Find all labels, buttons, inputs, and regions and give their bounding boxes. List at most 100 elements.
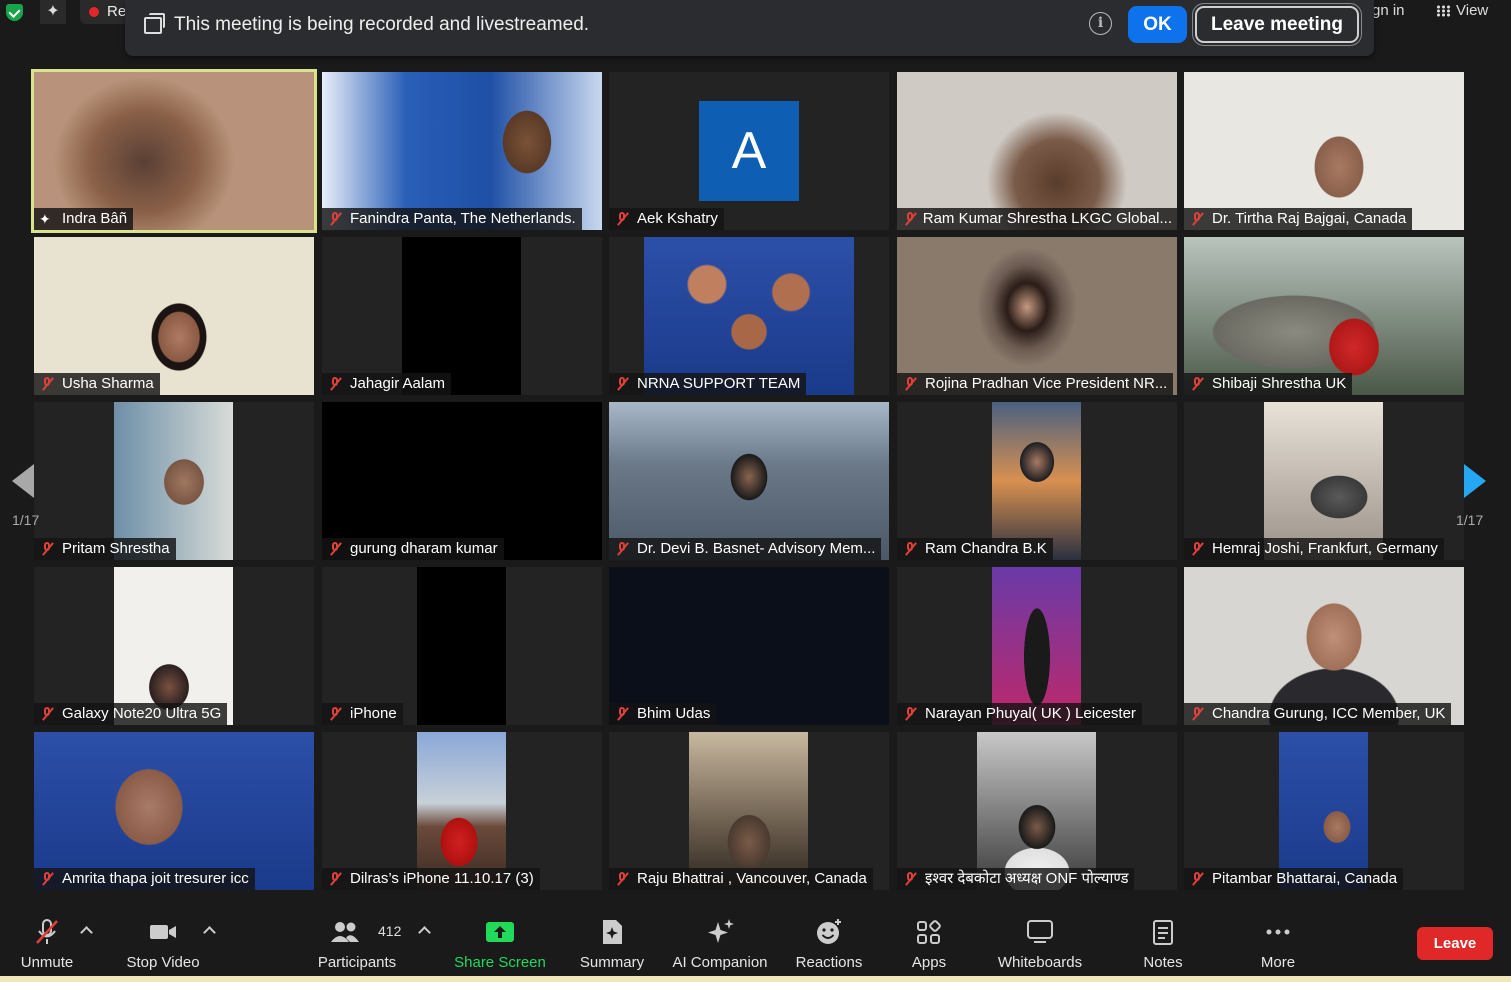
video-tile[interactable]: इश्वर देबकोटा अध्यक्ष ONF पोल्याण्ड <box>897 732 1177 890</box>
more-button[interactable]: More <box>1246 906 1310 982</box>
grid-view-icon[interactable] <box>1436 5 1450 17</box>
whiteboards-label: Whiteboards <box>997 954 1083 971</box>
page-indicator-right: 1/17 <box>1456 512 1484 528</box>
shield-icon[interactable] <box>6 4 23 21</box>
participant-label: ✦ Indra Bâñ <box>34 208 134 230</box>
participant-name: इश्वर देबकोटा अध्यक्ष ONF पोल्याण्ड <box>925 870 1129 887</box>
participant-name: Usha Sharma <box>62 375 154 392</box>
video-tile[interactable]: Ram Chandra B.K <box>897 402 1177 560</box>
video-feed-overlay <box>487 72 567 230</box>
previous-page-arrow-icon[interactable] <box>12 464 34 498</box>
video-tile[interactable]: Bhim Udas <box>609 567 889 725</box>
participant-label: Hemraj Joshi, Frankfurt, Germany <box>1184 538 1444 560</box>
video-tile[interactable]: Fanindra Panta, The Netherlands. <box>322 72 602 230</box>
participants-icon <box>331 922 359 942</box>
video-tile[interactable]: Ram Kumar Shrestha LKGC Global... <box>897 72 1177 230</box>
participant-label: इश्वर देबकोटा अध्यक्ष ONF पोल्याण्ड <box>897 868 1135 890</box>
video-tile[interactable]: A Aek Kshatry <box>609 72 889 230</box>
participant-label: Narayan Phuyal( UK ) Leicester <box>897 703 1142 725</box>
participant-name: Shibaji Shrestha UK <box>1212 375 1347 392</box>
muted-mic-icon <box>902 871 918 887</box>
video-tile[interactable]: Hemraj Joshi, Frankfurt, Germany <box>1184 402 1464 560</box>
notes-button[interactable]: Notes <box>1130 906 1196 982</box>
video-feed <box>114 402 233 560</box>
recording-indicator[interactable]: Re <box>80 0 130 24</box>
video-tile[interactable]: Dr. Tirtha Raj Bajgai, Canada <box>1184 72 1464 230</box>
video-tile[interactable]: NRNA SUPPORT TEAM <box>609 237 889 395</box>
video-tile[interactable]: Pritam Shrestha <box>34 402 314 560</box>
window-bottom-edge <box>0 976 1511 982</box>
next-page-arrow-icon[interactable] <box>1464 464 1486 498</box>
muted-microphone-icon <box>36 919 58 944</box>
video-tile[interactable]: Dilras’s iPhone 11.10.17 (3) <box>322 732 602 890</box>
participant-label: Aek Kshatry <box>609 208 724 230</box>
participant-name: Rojina Pradhan Vice President NR... <box>925 375 1168 392</box>
participant-name: Amrita thapa joit tresurer icc <box>62 870 249 887</box>
participant-name: NRNA SUPPORT TEAM <box>637 375 801 392</box>
video-tile[interactable]: Rojina Pradhan Vice President NR... <box>897 237 1177 395</box>
muted-mic-icon <box>614 871 630 887</box>
chevron-up-icon[interactable] <box>418 926 431 939</box>
video-tile[interactable]: Chandra Gurung, ICC Member, UK <box>1184 567 1464 725</box>
video-tile[interactable]: Shibaji Shrestha UK <box>1184 237 1464 395</box>
ai-companion-label: AI Companion <box>672 954 768 971</box>
muted-mic-icon <box>327 211 343 227</box>
muted-mic-icon <box>1189 541 1205 557</box>
share-screen-button[interactable]: Share Screen <box>452 906 548 982</box>
ai-sparkle-icon[interactable]: ✦ <box>40 0 66 24</box>
view-button[interactable]: View <box>1456 2 1488 19</box>
muted-mic-icon <box>1189 376 1205 392</box>
participants-button[interactable]: 412 Participants <box>310 906 404 982</box>
muted-mic-icon <box>39 376 55 392</box>
participant-label: Raju Bhattrai , Vancouver, Canada <box>609 868 873 890</box>
stop-video-button[interactable]: Stop Video <box>120 906 206 982</box>
reactions-button[interactable]: Reactions <box>788 906 870 982</box>
sign-in-link[interactable]: gn in <box>1372 2 1405 19</box>
ok-button[interactable]: OK <box>1128 6 1187 43</box>
leave-button[interactable]: Leave <box>1417 927 1493 960</box>
video-tile[interactable]: Jahagir Aalam <box>322 237 602 395</box>
participant-name: gurung dharam kumar <box>350 540 498 557</box>
ai-companion-button[interactable]: AI Companion <box>668 906 772 982</box>
video-tile[interactable]: ✦ Indra Bâñ <box>31 69 317 233</box>
participant-label: NRNA SUPPORT TEAM <box>609 373 807 395</box>
unmute-button[interactable]: Unmute <box>8 906 86 982</box>
participant-label: Amrita thapa joit tresurer icc <box>34 868 255 890</box>
meeting-toolbar: Unmute Stop Video 412 Participants Share… <box>0 906 1511 982</box>
leave-meeting-button[interactable]: Leave meeting <box>1195 6 1359 43</box>
recording-notice-icon <box>144 13 165 34</box>
participant-name: Narayan Phuyal( UK ) Leicester <box>925 705 1136 722</box>
stop-video-label: Stop Video <box>126 954 200 971</box>
participant-label: Dr. Tirtha Raj Bajgai, Canada <box>1184 208 1413 230</box>
recording-label: Re <box>107 3 127 20</box>
participant-label: Pritam Shrestha <box>34 538 176 560</box>
video-feed <box>897 72 1177 230</box>
video-tile[interactable]: Usha Sharma <box>34 237 314 395</box>
participant-label: iPhone <box>322 703 403 725</box>
apps-button[interactable]: Apps <box>896 906 962 982</box>
ai-companion-icon <box>708 919 734 943</box>
summary-button[interactable]: Summary <box>572 906 652 982</box>
unmute-label: Unmute <box>20 954 74 971</box>
whiteboards-button[interactable]: Whiteboards <box>990 906 1090 982</box>
share-screen-icon <box>486 922 514 942</box>
video-tile[interactable]: iPhone <box>322 567 602 725</box>
video-tile[interactable]: Amrita thapa joit tresurer icc <box>34 732 314 890</box>
participant-name: iPhone <box>350 705 397 722</box>
video-feed <box>897 237 1177 395</box>
video-tile[interactable]: Pitambar Bhattarai, Canada <box>1184 732 1464 890</box>
video-tile[interactable]: Dr. Devi B. Basnet- Advisory Mem... <box>609 402 889 560</box>
video-tile[interactable]: Narayan Phuyal( UK ) Leicester <box>897 567 1177 725</box>
muted-mic-icon <box>39 706 55 722</box>
video-tile[interactable]: Galaxy Note20 Ultra 5G <box>34 567 314 725</box>
video-feed <box>644 237 854 395</box>
participant-name: Galaxy Note20 Ultra 5G <box>62 705 222 722</box>
participant-name: Jahagir Aalam <box>350 375 446 392</box>
video-tile[interactable]: Raju Bhattrai , Vancouver, Canada <box>609 732 889 890</box>
info-icon[interactable]: i <box>1089 12 1112 35</box>
muted-mic-icon <box>327 541 343 557</box>
notes-icon <box>1153 920 1173 945</box>
participant-label: Shibaji Shrestha UK <box>1184 373 1353 395</box>
video-feed <box>114 567 233 725</box>
video-tile[interactable]: gurung dharam kumar <box>322 402 602 560</box>
